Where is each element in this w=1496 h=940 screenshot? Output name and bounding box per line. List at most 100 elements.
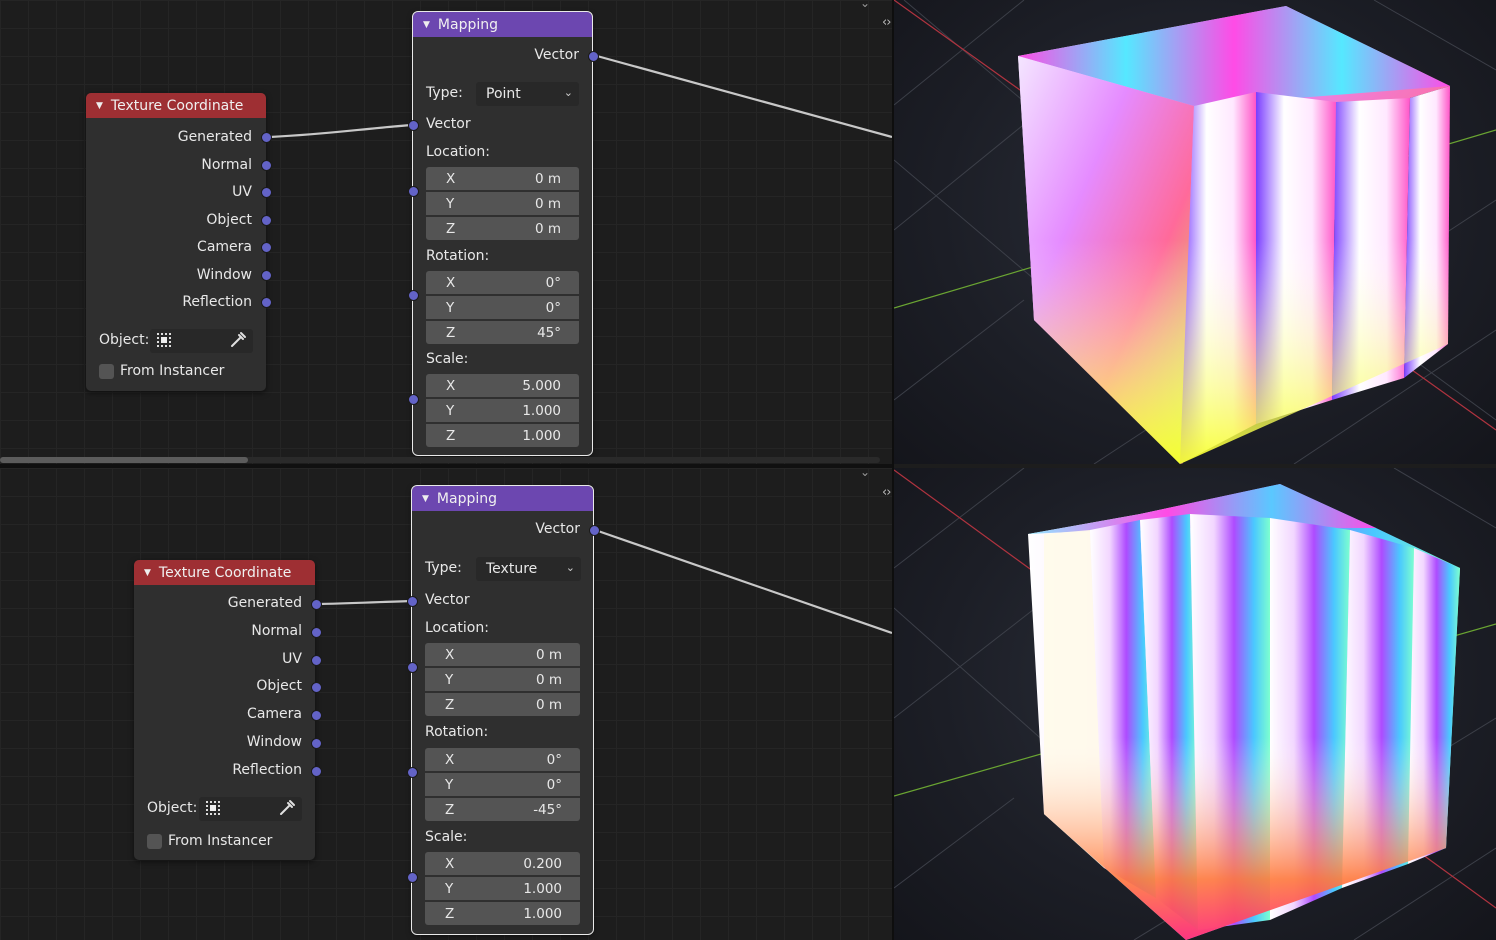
field-value: 0° <box>546 751 562 768</box>
axis-label: X <box>446 170 456 187</box>
socket-uv[interactable] <box>311 655 322 666</box>
link-vector-out <box>596 54 892 139</box>
3d-viewport-bottom[interactable] <box>894 468 1496 940</box>
node-header[interactable]: ▼ Mapping <box>413 12 592 37</box>
object-icon <box>206 801 220 815</box>
type-dropdown[interactable]: Texture ⌄ <box>476 557 581 581</box>
triangle-down-icon[interactable]: ▼ <box>422 494 429 504</box>
from-instancer-checkbox[interactable] <box>147 834 162 849</box>
triangle-down-icon[interactable]: ▼ <box>144 568 151 578</box>
rotation-x-field[interactable]: X 0° <box>425 748 580 771</box>
axis-label: Z <box>445 801 455 818</box>
socket-rotation[interactable] <box>408 290 419 301</box>
socket-input-vector[interactable] <box>407 596 418 607</box>
field-value: 1.000 <box>523 880 562 897</box>
socket-object[interactable] <box>311 682 322 693</box>
field-value: 0.200 <box>523 855 562 872</box>
3d-viewport-top[interactable] <box>894 0 1496 464</box>
socket-normal[interactable] <box>261 160 272 171</box>
node-header[interactable]: ▼ Mapping <box>412 486 593 511</box>
cube-model <box>1018 6 1450 464</box>
triangle-down-icon[interactable]: ▼ <box>96 101 103 111</box>
triangle-down-icon[interactable]: ▼ <box>423 20 430 30</box>
type-dropdown[interactable]: Point ⌄ <box>476 82 579 106</box>
rotation-z-field[interactable]: Z -45° <box>425 798 580 821</box>
rotation-label: Rotation: <box>426 248 490 264</box>
socket-scale[interactable] <box>407 872 418 883</box>
scrollbar-thumb[interactable] <box>0 457 248 463</box>
socket-output-vector[interactable] <box>589 525 600 536</box>
mapping-node[interactable]: ▼ Mapping Vector Type: Point ⌄ Vector Lo… <box>408 11 599 456</box>
field-value: 1.000 <box>523 905 562 922</box>
axis-label: X <box>445 751 455 768</box>
location-x-field[interactable]: X 0 m <box>426 167 579 190</box>
rotation-z-field[interactable]: Z 45° <box>426 321 579 344</box>
socket-object[interactable] <box>261 215 272 226</box>
socket-output-vector[interactable] <box>588 51 599 62</box>
horizontal-scrollbar[interactable] <box>0 457 880 463</box>
rotation-label: Rotation: <box>425 724 489 740</box>
scale-y-field[interactable]: Y 1.000 <box>425 877 580 900</box>
location-z-field[interactable]: Z 0 m <box>425 693 580 716</box>
scale-x-field[interactable]: X 0.200 <box>425 852 580 875</box>
area-arrows-icon[interactable]: ‹› <box>882 15 891 30</box>
field-value: 0 m <box>534 170 561 187</box>
socket-reflection[interactable] <box>261 297 272 308</box>
eyedropper-icon[interactable] <box>277 798 297 818</box>
socket-location[interactable] <box>408 186 419 197</box>
object-icon <box>157 333 171 347</box>
rotation-x-field[interactable]: X 0° <box>426 271 579 294</box>
socket-generated[interactable] <box>261 132 272 143</box>
rotation-y-field[interactable]: Y 0° <box>425 773 580 796</box>
field-value: 5.000 <box>522 377 561 394</box>
location-label: Location: <box>425 620 489 636</box>
axis-label: Y <box>446 195 455 212</box>
scale-x-field[interactable]: X 5.000 <box>426 374 579 397</box>
socket-scale[interactable] <box>408 394 419 405</box>
header-collapse-chevron-icon[interactable]: ⌄ <box>857 468 873 478</box>
from-instancer-checkbox[interactable] <box>99 364 114 379</box>
area-arrows-icon[interactable]: ‹› <box>882 485 891 500</box>
output-generated: Generated <box>227 595 302 611</box>
axis-label: Z <box>446 220 456 237</box>
axis-label: Y <box>446 299 455 316</box>
output-object: Object <box>206 212 252 228</box>
node-editor-top[interactable]: ▼ Texture Coordinate Generated Normal UV… <box>0 0 892 464</box>
scale-z-field[interactable]: Z 1.000 <box>425 902 580 925</box>
location-z-field[interactable]: Z 0 m <box>426 217 579 240</box>
location-y-field[interactable]: Y 0 m <box>425 668 580 691</box>
mapping-node[interactable]: ▼ Mapping Vector Type: Texture ⌄ Vector … <box>407 485 600 935</box>
scale-y-field[interactable]: Y 1.000 <box>426 399 579 422</box>
axis-label: Y <box>445 880 454 897</box>
socket-window[interactable] <box>311 738 322 749</box>
header-collapse-chevron-icon[interactable]: ⌄ <box>857 0 873 9</box>
socket-location[interactable] <box>407 662 418 673</box>
output-uv: UV <box>282 651 302 667</box>
texture-coordinate-node[interactable]: ▼ Texture Coordinate Generated Normal UV… <box>134 560 322 860</box>
socket-uv[interactable] <box>261 187 272 198</box>
socket-reflection[interactable] <box>311 766 322 777</box>
location-y-field[interactable]: Y 0 m <box>426 192 579 215</box>
object-field[interactable] <box>150 329 253 353</box>
socket-normal[interactable] <box>311 627 322 638</box>
socket-generated[interactable] <box>311 599 322 610</box>
from-instancer-label: From Instancer <box>120 363 225 379</box>
field-value: 0 m <box>535 696 562 713</box>
node-header[interactable]: ▼ Texture Coordinate <box>86 93 266 118</box>
axis-label: X <box>445 646 455 663</box>
socket-rotation[interactable] <box>407 767 418 778</box>
texture-coordinate-node[interactable]: ▼ Texture Coordinate Generated Normal UV… <box>86 93 272 391</box>
node-editor-bottom[interactable]: ▼ Texture Coordinate Generated Normal UV… <box>0 468 892 940</box>
socket-window[interactable] <box>261 270 272 281</box>
eyedropper-icon[interactable] <box>228 330 248 350</box>
socket-camera[interactable] <box>311 710 322 721</box>
node-header[interactable]: ▼ Texture Coordinate <box>134 560 315 585</box>
field-value: 0° <box>546 776 562 793</box>
field-value: 0° <box>545 299 561 316</box>
object-field[interactable] <box>199 797 302 821</box>
rotation-y-field[interactable]: Y 0° <box>426 296 579 319</box>
socket-input-vector[interactable] <box>408 120 419 131</box>
scale-z-field[interactable]: Z 1.000 <box>426 424 579 447</box>
socket-camera[interactable] <box>261 242 272 253</box>
location-x-field[interactable]: X 0 m <box>425 643 580 666</box>
